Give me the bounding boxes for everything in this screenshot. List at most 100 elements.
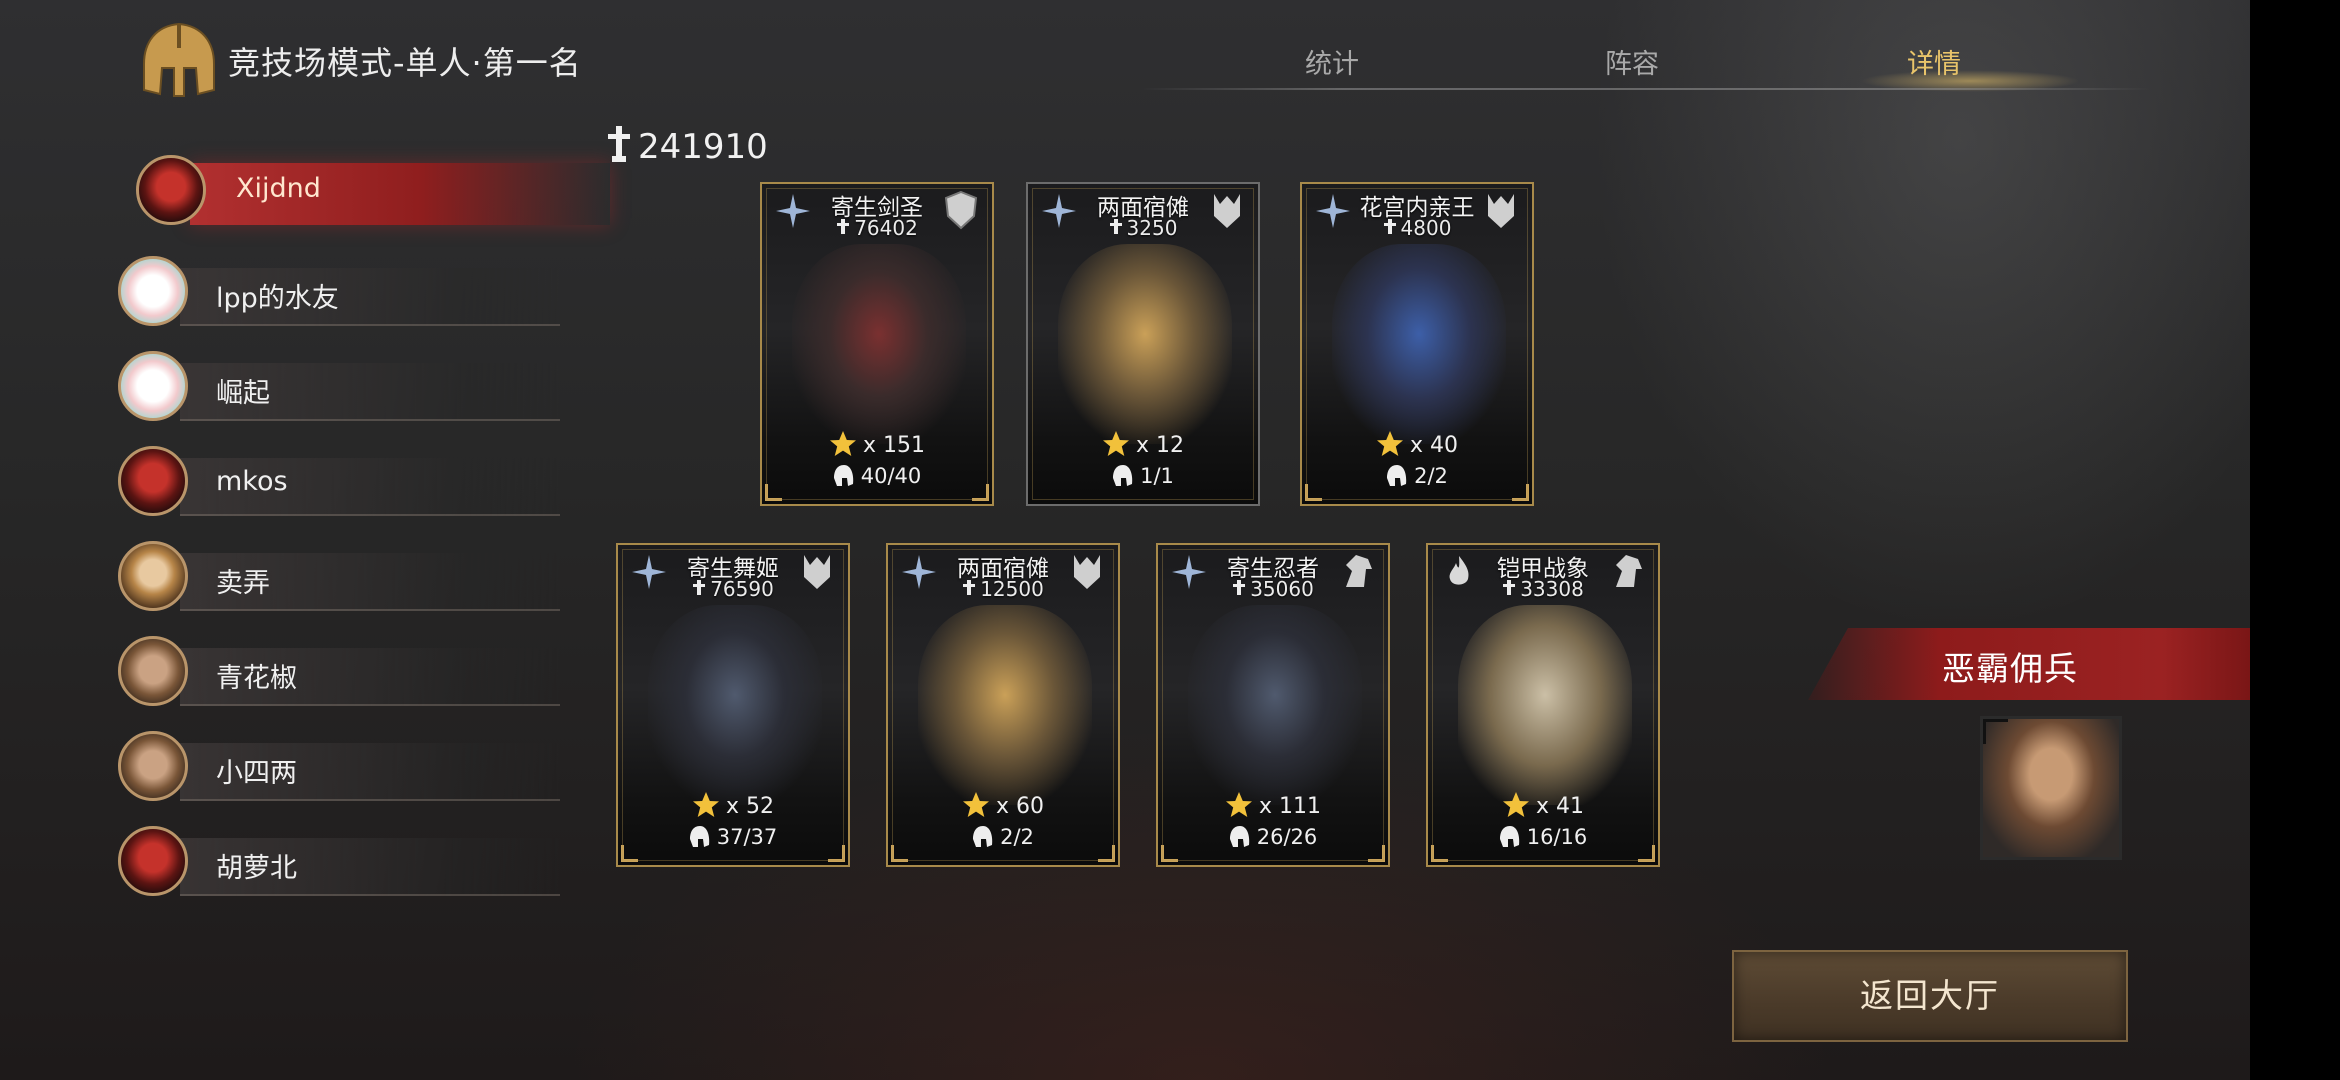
- spartan-helmet-icon: [143, 22, 215, 97]
- frame-corner: [891, 845, 908, 862]
- unit-stars: x 41: [1428, 791, 1658, 819]
- unit-power: 35060: [1158, 577, 1388, 601]
- player-name: 胡萝北: [216, 853, 297, 884]
- unit-power: 76402: [762, 216, 992, 240]
- helmet-icon: [1387, 465, 1407, 486]
- mercenary-title: 恶霸佣兵: [1942, 649, 2078, 688]
- unit-card[interactable]: 两面宿傩 12500 x 60 2/2: [886, 543, 1120, 867]
- player-item[interactable]: 青花椒: [110, 630, 560, 725]
- power-icon: [1233, 580, 1246, 595]
- unit-count: 16/16: [1428, 825, 1658, 849]
- player-name: 崛起: [216, 378, 270, 409]
- power-icon: [693, 580, 706, 595]
- unit-card[interactable]: 花宫内亲王 4800 x 40 2/2: [1300, 182, 1534, 506]
- unit-power: 4800: [1302, 216, 1532, 240]
- unit-card[interactable]: 铠甲战象 33308 x 41 16/16: [1426, 543, 1660, 867]
- unit-stars: x 40: [1302, 430, 1532, 458]
- star-icon: [962, 792, 989, 817]
- unit-art: [918, 605, 1092, 805]
- page-title: 竞技场模式-单人·第一名: [228, 44, 582, 82]
- unit-power: 33308: [1428, 577, 1658, 601]
- bearded-man-avatar: [118, 636, 188, 706]
- helmet-icon: [973, 826, 993, 847]
- woman-portrait-avatar: [118, 541, 188, 611]
- unit-count: 40/40: [762, 464, 992, 488]
- power-icon: [963, 580, 976, 595]
- frame-corner: [828, 845, 845, 862]
- total-power-value: 241910: [638, 127, 768, 167]
- demon-mask-avatar: [118, 446, 188, 516]
- unit-power: 12500: [888, 577, 1118, 601]
- helmet-icon: [833, 465, 853, 486]
- frame-corner: [1431, 845, 1448, 862]
- frame-corner: [1161, 845, 1178, 862]
- player-name: lpp的水友: [216, 283, 339, 314]
- tab-divider: [1140, 88, 2150, 90]
- player-name: mkos: [216, 466, 288, 497]
- player-item[interactable]: 小四两: [110, 725, 560, 820]
- unit-count: 37/37: [618, 825, 848, 849]
- unit-stars: x 52: [618, 791, 848, 819]
- unit-stars: x 60: [888, 791, 1118, 819]
- pink-bubble-avatar: [118, 256, 188, 326]
- unit-power: 3250: [1028, 216, 1258, 240]
- player-item[interactable]: mkos: [110, 440, 560, 535]
- unit-card[interactable]: 两面宿傩 3250 x 12 1/1: [1026, 182, 1260, 506]
- frame-corner: [621, 845, 638, 862]
- power-icon: [837, 219, 850, 234]
- player-item[interactable]: Xijdnd: [110, 155, 610, 250]
- star-icon: [1225, 792, 1252, 817]
- player-item[interactable]: 胡萝北: [110, 820, 560, 915]
- power-icon: [1109, 219, 1122, 234]
- star-icon: [692, 792, 719, 817]
- player-name: 卖弄: [216, 568, 270, 599]
- power-icon: [608, 126, 630, 162]
- player-list: Xijdnd lpp的水友 崛起 mkos 卖弄 青花椒 小四两 胡萝北: [110, 155, 610, 915]
- unit-art: [1458, 605, 1632, 805]
- tab-lineup[interactable]: 阵容: [1605, 42, 1659, 81]
- unit-art: [792, 244, 966, 444]
- frame-corner: [1098, 845, 1115, 862]
- unit-art: [1188, 605, 1362, 805]
- star-icon: [1376, 431, 1403, 456]
- unit-card[interactable]: 寄生剑圣 76402 x 151 40/40: [760, 182, 994, 506]
- unit-art: [648, 605, 822, 805]
- star-icon: [829, 431, 856, 456]
- unit-art: [1058, 244, 1232, 444]
- unit-card[interactable]: 寄生舞姬 76590 x 52 37/37: [616, 543, 850, 867]
- unit-count: 2/2: [1302, 464, 1532, 488]
- player-item[interactable]: lpp的水友: [110, 250, 560, 345]
- unit-card[interactable]: 寄生忍者 35060 x 111 26/26: [1156, 543, 1390, 867]
- frame-corner: [972, 484, 989, 501]
- tab-statistics[interactable]: 统计: [1305, 42, 1359, 81]
- mercenary-portrait[interactable]: [1980, 716, 2122, 860]
- total-power: 241910: [604, 124, 768, 167]
- header: 竞技场模式-单人·第一名 统计 阵容 详情: [0, 0, 2250, 120]
- frame-corner: [1638, 845, 1655, 862]
- unit-count: 26/26: [1158, 825, 1388, 849]
- pink-bubble-avatar: [118, 351, 188, 421]
- unit-stars: x 111: [1158, 791, 1388, 819]
- player-name: 青花椒: [216, 663, 297, 694]
- bearded-man-avatar: [118, 731, 188, 801]
- frame-corner: [765, 484, 782, 501]
- demon-mask-avatar: [118, 826, 188, 896]
- frame-corner: [1512, 484, 1529, 501]
- star-icon: [1502, 792, 1529, 817]
- player-item[interactable]: 崛起: [110, 345, 560, 440]
- frame-corner: [1305, 484, 1322, 501]
- unit-art: [1332, 244, 1506, 444]
- helmet-icon: [1499, 826, 1519, 847]
- demon-mask-avatar: [136, 155, 206, 225]
- tab-bar: 统计 阵容 详情: [1140, 20, 2150, 92]
- unit-stars: x 151: [762, 430, 992, 458]
- star-icon: [1102, 431, 1129, 456]
- back-to-lobby-button[interactable]: 返回大厅: [1732, 950, 2128, 1042]
- unit-count: 1/1: [1028, 464, 1258, 488]
- helmet-icon: [1229, 826, 1249, 847]
- frame-corner: [1368, 845, 1385, 862]
- power-icon: [1383, 219, 1396, 234]
- helmet-icon: [689, 826, 709, 847]
- player-item[interactable]: 卖弄: [110, 535, 560, 630]
- power-icon: [1503, 580, 1516, 595]
